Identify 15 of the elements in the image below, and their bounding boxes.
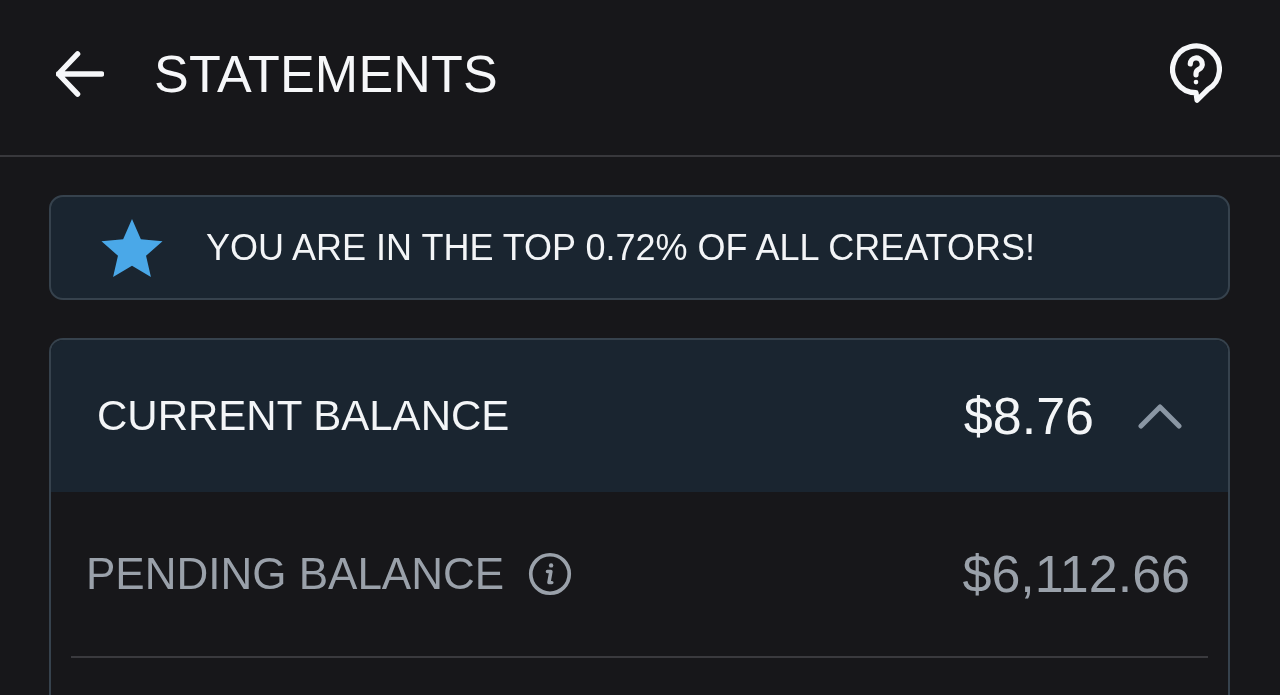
chevron-up-icon[interactable] (1138, 403, 1182, 429)
star-icon (101, 218, 163, 277)
help-icon (1170, 42, 1222, 105)
balance-amount: $8.76 (963, 386, 1094, 446)
banner-text: YOU ARE IN THE TOP 0.72% OF ALL CREATORS! (206, 226, 1035, 269)
info-icon (528, 552, 573, 596)
page-title: STATEMENTS (154, 43, 499, 104)
pending-balance-amount: $6,112.66 (962, 544, 1190, 604)
balance-label: CURRENT BALANCE (97, 392, 511, 440)
back-button[interactable] (56, 49, 104, 98)
balance-card-header[interactable]: CURRENT BALANCE $8.76 (51, 340, 1228, 492)
pending-balance-label: PENDING BALANCE (86, 549, 505, 599)
help-button[interactable] (1170, 42, 1222, 105)
back-arrow-icon (56, 49, 104, 98)
info-button[interactable] (528, 552, 573, 596)
